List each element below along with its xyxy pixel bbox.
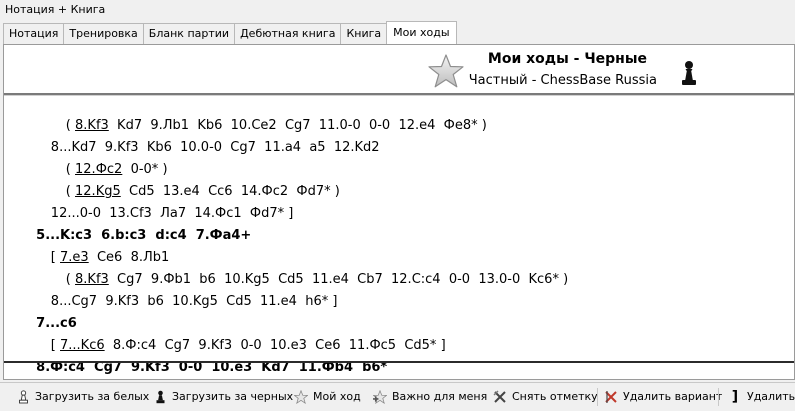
- notation-line[interactable]: 12...0-0 13.Cf3 Лa7 14.Фc1 Фd7* ]: [26, 184, 294, 221]
- header-title: Мои ходы - Черные: [487, 51, 647, 67]
- black-pawn-icon: [682, 61, 696, 85]
- bracket-icon: ]: [731, 389, 739, 405]
- white-pawn-icon: [16, 389, 30, 405]
- tab-opening-book[interactable]: Дебютная книга: [234, 23, 342, 44]
- delete-variation-icon: [604, 389, 618, 405]
- tab-my-moves[interactable]: Мои ходы: [386, 21, 457, 44]
- bottom-toolbar: Загрузить за белых Загрузить за черных М…: [0, 382, 795, 411]
- notation-line[interactable]: 8...Cg7 9.Kf3 b6 10.Kg5 Cd5 11.e4 h6* ]: [26, 272, 338, 309]
- notation-line[interactable]: ( 8.Kf3 Kd7 9.Лb1 Kb6 10.Ce2 Cg7 11.0-0 …: [41, 96, 487, 133]
- delete-variation-button[interactable]: Удалить вариант: [604, 387, 722, 407]
- tab-notation[interactable]: Нотация: [3, 23, 65, 44]
- my-moves-panel: Мои ходы - Черные Частный - ChessBase Ru…: [3, 44, 795, 380]
- notation-mainline[interactable]: 7...c6: [9, 294, 77, 331]
- title-bar: Нотация + Книга: [0, 0, 795, 20]
- important-button[interactable]: Важно для меня: [373, 387, 487, 407]
- remove-mark-button[interactable]: Снять отметку: [493, 387, 598, 407]
- star-icon: [294, 389, 308, 405]
- notation-mainline[interactable]: 5...K:c3 6.b:c3 d:c4 7.Фa4+: [9, 206, 251, 243]
- tab-book[interactable]: Книга: [340, 23, 388, 44]
- tab-training[interactable]: Тренировка: [63, 23, 144, 44]
- window-title: Нотация + Книга: [5, 3, 106, 16]
- notation-area[interactable]: ( 8.Kf3 Kd7 9.Лb1 Kb6 10.Ce2 Cg7 11.0-0 …: [4, 96, 794, 375]
- star-icon[interactable]: [428, 54, 464, 88]
- notation-line[interactable]: ( 12.Фc2 0-0* ): [41, 140, 168, 177]
- delete-rest-button[interactable]: ] Удалить с: [728, 387, 795, 407]
- repertoire-header: Мои ходы - Черные Частный - ChessBase Ru…: [4, 45, 794, 93]
- star-plus-icon: [373, 389, 387, 405]
- tab-scoresheet[interactable]: Бланк партии: [142, 23, 236, 44]
- tab-bar: Нотация Тренировка Бланк партии Дебютная…: [3, 21, 457, 44]
- notation-line[interactable]: [ 7.e3 Ce6 8.Лb1: [26, 228, 169, 265]
- notation-mainline[interactable]: 8.Ф:c4 Cg7 9.Kf3 0-0 10.e3 Kd7 11.Фb4 b6…: [9, 338, 387, 375]
- load-black-button[interactable]: Загрузить за черных: [153, 387, 293, 407]
- black-pawn-icon: [153, 389, 167, 405]
- notation-bottom-divider: [4, 361, 794, 363]
- notation-line[interactable]: 8...Kd7 9.Kf3 Kb6 10.0-0 Cg7 11.a4 a5 12…: [26, 118, 380, 155]
- notation-line[interactable]: ( 8.Kf3 Cg7 9.Фb1 b6 10.Kg5 Cd5 11.e4 Cb…: [41, 250, 568, 287]
- notation-line[interactable]: ( 12.Kg5 Cd5 13.e4 Cc6 14.Фc2 Фd7* ): [41, 162, 340, 199]
- my-move-button[interactable]: Мой ход: [294, 387, 361, 407]
- header-subtitle: Частный - ChessBase Russia: [468, 73, 657, 88]
- load-white-button[interactable]: Загрузить за белых: [16, 387, 149, 407]
- notation-line[interactable]: [ 7...Kc6 8.Ф:c4 Cg7 9.Kf3 0-0 10.e3 Ce6…: [26, 316, 446, 353]
- remove-mark-icon: [493, 389, 507, 405]
